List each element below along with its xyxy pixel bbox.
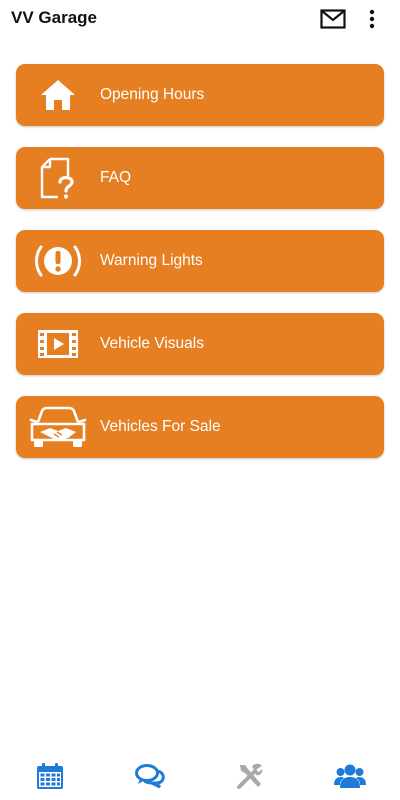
warning-light-icon xyxy=(16,230,100,292)
app-title: VV Garage xyxy=(11,8,97,27)
bottom-navigation xyxy=(0,752,400,800)
calendar-icon xyxy=(37,763,63,789)
faq-document-icon xyxy=(16,147,100,209)
video-film-icon xyxy=(16,313,100,375)
menu-item-label: Vehicle Visuals xyxy=(100,335,204,352)
menu-item-vehicles-for-sale[interactable]: Vehicles For Sale xyxy=(16,396,384,458)
users-icon xyxy=(334,764,366,788)
menu-item-label: Vehicles For Sale xyxy=(100,418,221,435)
menu-item-opening-hours[interactable]: Opening Hours xyxy=(16,64,384,126)
mail-icon xyxy=(320,9,346,29)
tools-icon xyxy=(237,763,263,789)
car-handshake-icon xyxy=(16,396,100,458)
more-options-button[interactable] xyxy=(360,6,384,32)
chat-icon xyxy=(135,764,165,789)
nav-tools[interactable] xyxy=(200,752,300,800)
main-menu: Opening Hours FAQ Warning Lights Vehicle… xyxy=(16,64,384,479)
more-vert-icon xyxy=(369,9,375,29)
home-icon xyxy=(16,64,100,126)
nav-calendar[interactable] xyxy=(0,752,100,800)
menu-item-vehicle-visuals[interactable]: Vehicle Visuals xyxy=(16,313,384,375)
menu-item-warning-lights[interactable]: Warning Lights xyxy=(16,230,384,292)
menu-item-label: Opening Hours xyxy=(100,86,205,103)
nav-users[interactable] xyxy=(300,752,400,800)
mail-button[interactable] xyxy=(318,6,348,32)
app-bar: VV Garage xyxy=(0,0,400,40)
menu-item-label: Warning Lights xyxy=(100,252,203,269)
nav-chat[interactable] xyxy=(100,752,200,800)
menu-item-faq[interactable]: FAQ xyxy=(16,147,384,209)
menu-item-label: FAQ xyxy=(100,169,132,186)
